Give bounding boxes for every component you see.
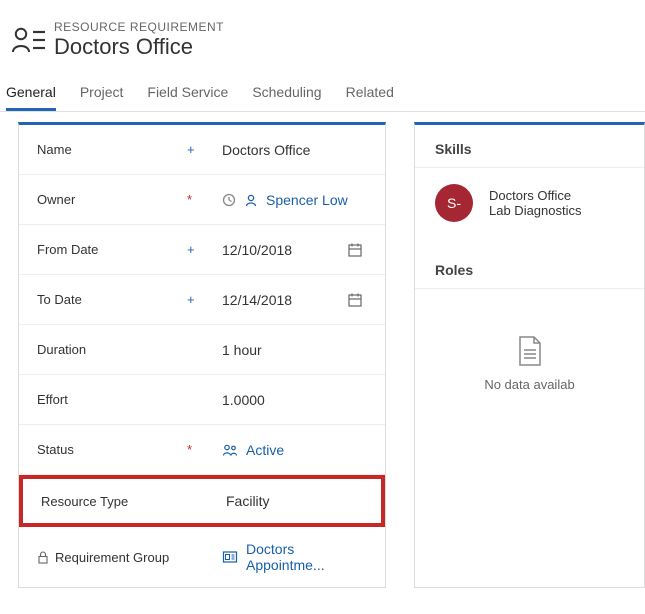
lock-icon <box>37 551 49 564</box>
value-status[interactable]: Active <box>246 442 284 458</box>
value-owner[interactable]: Spencer Low <box>266 192 348 208</box>
value-effort: 1.0000 <box>222 392 367 408</box>
tab-field-service[interactable]: Field Service <box>147 76 228 111</box>
skills-item[interactable]: S- Doctors Office Lab Diagnostics <box>415 168 644 246</box>
value-to-date: 12/14/2018 <box>222 292 292 308</box>
field-to-date[interactable]: To Date + 12/14/2018 <box>19 275 385 325</box>
value-name: Doctors Office <box>222 142 367 158</box>
skills-header: Skills <box>415 125 644 168</box>
clock-icon <box>222 193 236 207</box>
skill-subtitle: Lab Diagnostics <box>489 203 582 218</box>
field-requirement-group[interactable]: Requirement Group Doctors Appointme... <box>19 527 385 587</box>
calendar-icon[interactable] <box>347 242 363 258</box>
tab-general[interactable]: General <box>6 76 56 111</box>
field-resource-type[interactable]: Resource Type Facility <box>19 475 385 527</box>
card-icon <box>222 550 238 564</box>
label-from-date: From Date <box>37 242 192 257</box>
field-duration[interactable]: Duration 1 hour <box>19 325 385 375</box>
person-icon <box>244 193 258 207</box>
field-owner[interactable]: Owner * Spencer Low <box>19 175 385 225</box>
calendar-icon[interactable] <box>347 292 363 308</box>
value-from-date: 12/10/2018 <box>222 242 292 258</box>
roles-header: Roles <box>415 246 644 289</box>
value-resource-type: Facility <box>226 493 363 509</box>
label-effort: Effort <box>37 392 192 407</box>
value-duration: 1 hour <box>222 342 367 358</box>
tab-bar: General Project Field Service Scheduling… <box>0 76 645 112</box>
label-owner: Owner <box>37 192 192 207</box>
field-name[interactable]: Name + Doctors Office <box>19 125 385 175</box>
page-title: Doctors Office <box>54 34 224 60</box>
tab-related[interactable]: Related <box>346 76 394 111</box>
field-status[interactable]: Status * Active <box>19 425 385 475</box>
roles-empty-text: No data availab <box>415 377 644 392</box>
roles-empty-state: No data availab <box>415 289 644 432</box>
page-header: RESOURCE REQUIREMENT Doctors Office <box>0 0 645 76</box>
label-to-date: To Date <box>37 292 192 307</box>
required-marker: * <box>187 192 192 207</box>
recommended-marker: + <box>187 142 195 157</box>
recommended-marker: + <box>187 242 195 257</box>
label-duration: Duration <box>37 342 192 357</box>
label-name: Name <box>37 142 192 157</box>
tab-scheduling[interactable]: Scheduling <box>252 76 321 111</box>
required-marker: * <box>187 442 192 457</box>
value-requirement-group[interactable]: Doctors Appointme... <box>246 541 367 573</box>
form-panel: Name + Doctors Office Owner * Spencer Lo… <box>18 122 386 588</box>
entity-icon <box>4 18 54 62</box>
label-resource-type: Resource Type <box>41 494 196 509</box>
field-from-date[interactable]: From Date + 12/10/2018 <box>19 225 385 275</box>
label-requirement-group: Requirement Group <box>55 550 169 565</box>
tab-project[interactable]: Project <box>80 76 124 111</box>
entity-type-label: RESOURCE REQUIREMENT <box>54 20 224 34</box>
avatar: S- <box>435 184 473 222</box>
recommended-marker: + <box>187 292 195 307</box>
side-panel: Skills S- Doctors Office Lab Diagnostics… <box>414 122 645 588</box>
people-icon <box>222 443 238 457</box>
label-status: Status <box>37 442 192 457</box>
skill-title: Doctors Office <box>489 188 582 203</box>
field-effort[interactable]: Effort 1.0000 <box>19 375 385 425</box>
